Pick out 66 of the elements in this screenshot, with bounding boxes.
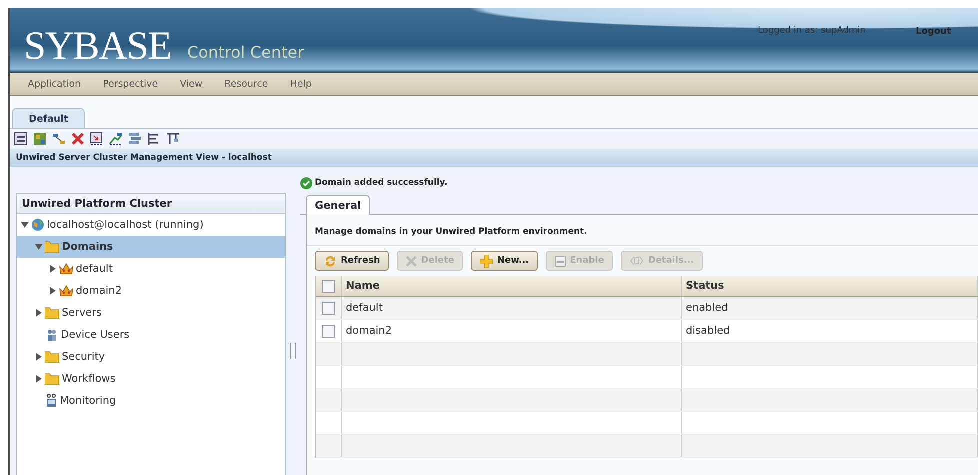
table-cell: domain2 [342, 320, 682, 342]
puzzle-icon[interactable] [33, 132, 47, 146]
delete-icon [406, 256, 418, 266]
sidebar-title: Unwired Platform Cluster [17, 194, 285, 214]
window-icon[interactable] [14, 132, 28, 146]
logo: SYBASE [24, 22, 172, 69]
perspective-tab[interactable]: Default [12, 108, 86, 128]
table-cell: disabled [682, 320, 978, 342]
tree-icon[interactable] [147, 132, 161, 146]
folder-icon [45, 307, 60, 319]
tree-item[interactable]: Workflows [17, 368, 285, 390]
action-button[interactable]: New... [471, 251, 538, 271]
link-icon[interactable] [52, 132, 66, 146]
hierarchy-icon[interactable] [166, 132, 180, 146]
caret-icon[interactable] [35, 309, 43, 317]
plus-icon [480, 254, 494, 268]
monitor-icon [45, 394, 58, 408]
row-checkbox[interactable] [322, 302, 335, 314]
menu-item[interactable]: Perspective [103, 78, 158, 90]
tree-item[interactable]: domain2 [17, 280, 285, 302]
table-cell: default [342, 297, 682, 319]
status-message: Domain added successfully. [315, 178, 448, 188]
globe-icon [31, 218, 45, 232]
folder-icon [45, 241, 60, 253]
import-icon[interactable] [90, 132, 104, 146]
content-tab[interactable]: General [306, 195, 370, 215]
close-icon[interactable] [71, 132, 85, 146]
action-button[interactable]: Refresh [315, 251, 390, 271]
tree-item[interactable]: Domains [17, 236, 285, 258]
column-header[interactable]: Name [342, 276, 682, 296]
caret-icon[interactable] [49, 265, 57, 273]
crown-icon [59, 263, 74, 275]
product-name: Control Center [187, 43, 304, 62]
tree-item[interactable]: localhost@localhost (running) [17, 214, 285, 236]
table-cell: enabled [682, 297, 978, 319]
view-title: Unwired Server Cluster Management View - localhost [10, 149, 978, 167]
logged-in-user: Logged in as: supAdmin [758, 26, 866, 36]
caret-icon[interactable] [35, 375, 43, 383]
caret-icon[interactable] [35, 243, 43, 251]
column-header[interactable]: Status [682, 276, 978, 296]
list-icon[interactable] [128, 132, 142, 146]
row-checkbox[interactable] [322, 324, 335, 338]
tree-item[interactable]: Device Users [17, 324, 285, 346]
splitter-grip[interactable] [290, 343, 296, 359]
tree-item[interactable]: default [17, 258, 285, 280]
caret-icon[interactable] [49, 287, 57, 295]
tree-item[interactable]: Monitoring [17, 390, 285, 412]
caret-icon[interactable] [21, 221, 29, 229]
description-text: Manage domains in your Unwired Platform environment. [307, 227, 978, 246]
folder-icon [45, 351, 60, 363]
caret-icon[interactable] [35, 353, 43, 361]
refresh-icon [324, 254, 337, 268]
menu-item[interactable]: Resource [224, 78, 268, 90]
tree-item[interactable]: Servers [17, 302, 285, 324]
select-all-checkbox[interactable] [322, 280, 335, 292]
chart-icon[interactable] [109, 132, 123, 146]
menu-item[interactable]: View [180, 78, 203, 90]
success-icon [300, 176, 313, 190]
tree-item[interactable]: Security [17, 346, 285, 368]
menu-item[interactable]: Application [28, 78, 82, 90]
users-icon [45, 328, 59, 342]
menu-item[interactable]: Help [290, 78, 312, 90]
details-icon [630, 256, 644, 266]
enable-icon [555, 256, 566, 266]
folder-icon [45, 373, 60, 385]
crown-icon [59, 285, 74, 297]
